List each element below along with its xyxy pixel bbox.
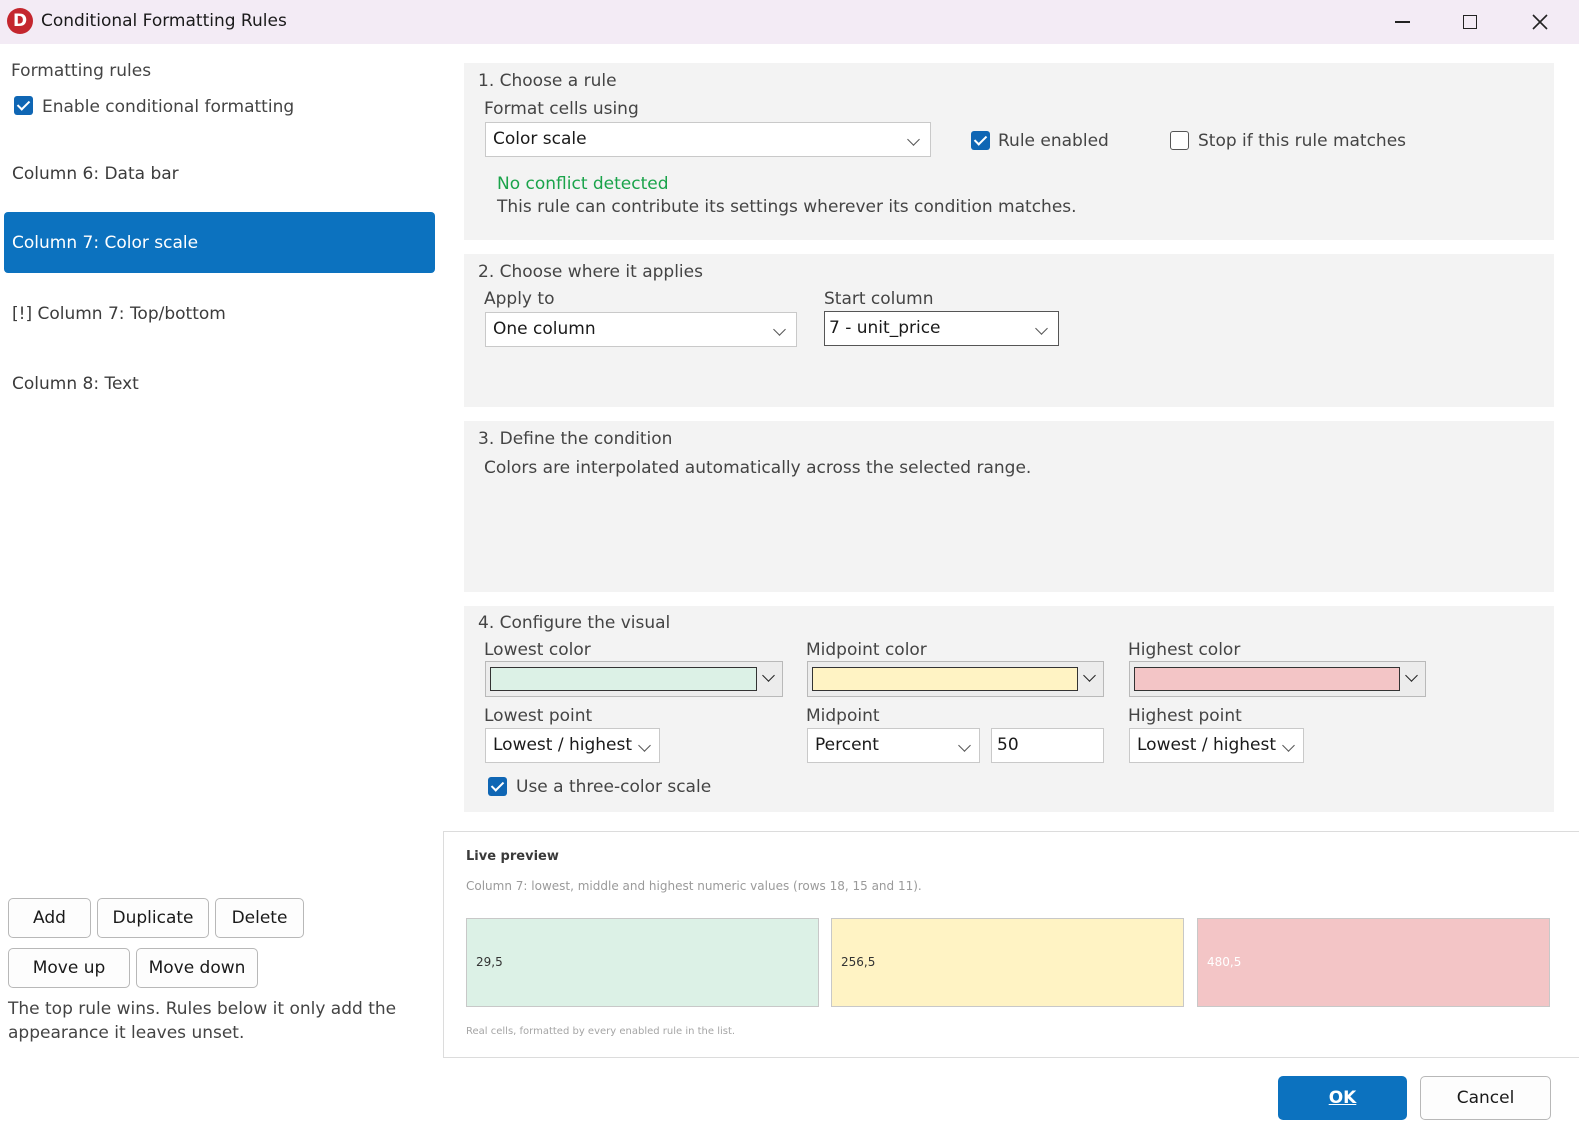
three-color-scale-label: Use a three-color scale: [516, 777, 712, 797]
section-choose-rule: 1. Choose a rule Format cells using Colo…: [464, 63, 1554, 240]
apply-to-select[interactable]: One column: [485, 312, 797, 347]
highest-color-label: Highest color: [1128, 640, 1241, 660]
chevron-down-icon: [1282, 739, 1295, 752]
lowest-point-label: Lowest point: [484, 706, 593, 726]
cancel-button[interactable]: Cancel: [1420, 1076, 1551, 1120]
live-preview-subtitle: Column 7: lowest, middle and highest num…: [466, 879, 922, 893]
add-button[interactable]: Add: [8, 898, 91, 938]
lowest-color-label: Lowest color: [484, 640, 591, 660]
section1-title: 1. Choose a rule: [478, 71, 617, 91]
move-up-button[interactable]: Move up: [8, 948, 130, 988]
midpoint-color-picker[interactable]: [807, 661, 1104, 697]
chevron-down-icon: [958, 739, 971, 752]
midpoint-value-input[interactable]: 50: [991, 728, 1104, 763]
start-column-label: Start column: [824, 289, 934, 309]
minimize-button[interactable]: [1369, 0, 1435, 44]
rule-item-column6-databar[interactable]: Column 6: Data bar: [12, 164, 179, 184]
condition-description: Colors are interpolated automatically ac…: [484, 458, 1032, 478]
chevron-down-icon: [907, 133, 920, 146]
close-button[interactable]: [1507, 0, 1573, 44]
conflict-status: No conflict detected: [497, 174, 669, 194]
enable-formatting-checkbox[interactable]: [14, 96, 33, 115]
midpoint-color-label: Midpoint color: [806, 640, 927, 660]
enable-formatting-label: Enable conditional formatting: [42, 97, 295, 117]
chevron-down-icon: [1035, 322, 1048, 335]
highest-color-picker[interactable]: [1129, 661, 1426, 697]
preview-cell-middle: 256,5: [831, 918, 1184, 1007]
chevron-down-icon: [1405, 669, 1418, 682]
three-color-scale-checkbox[interactable]: [488, 777, 507, 796]
midpoint-color-swatch: [812, 667, 1078, 691]
lowest-color-picker[interactable]: [485, 661, 783, 697]
chevron-down-icon: [762, 669, 775, 682]
rule-item-column7-topbottom[interactable]: [!] Column 7: Top/bottom: [12, 304, 226, 324]
chevron-down-icon: [773, 323, 786, 336]
chevron-down-icon: [1083, 669, 1096, 682]
midpoint-type-value: Percent: [815, 735, 879, 755]
rule-item-column8-text[interactable]: Column 8: Text: [12, 374, 139, 394]
rule-item-column7-colorscale[interactable]: Column 7: Color scale: [4, 212, 435, 273]
lowest-point-select[interactable]: Lowest / highest: [485, 728, 660, 763]
stop-if-matches-checkbox[interactable]: [1170, 131, 1189, 150]
highest-point-label: Highest point: [1128, 706, 1242, 726]
lowest-point-value: Lowest / highest: [493, 735, 633, 755]
section-configure-visual: 4. Configure the visual Lowest color Mid…: [464, 606, 1554, 812]
title-bar: D Conditional Formatting Rules: [0, 0, 1579, 44]
move-down-button[interactable]: Move down: [136, 948, 258, 988]
section2-title: 2. Choose where it applies: [478, 262, 703, 282]
close-icon: [1532, 14, 1548, 30]
ok-button[interactable]: OK: [1278, 1076, 1407, 1120]
format-cells-label: Format cells using: [484, 99, 639, 119]
sidebar-heading: Formatting rules: [11, 61, 152, 81]
section-define-condition: 3. Define the condition Colors are inter…: [464, 421, 1554, 592]
rule-enabled-checkbox[interactable]: [971, 131, 990, 150]
maximize-button[interactable]: [1437, 0, 1503, 44]
chevron-down-icon: [638, 739, 651, 752]
stop-if-matches-label: Stop if this rule matches: [1198, 131, 1407, 151]
live-preview-title: Live preview: [466, 849, 559, 864]
highest-point-value: Lowest / highest: [1137, 735, 1277, 755]
preview-cell-highest: 480,5: [1197, 918, 1550, 1007]
midpoint-label: Midpoint: [806, 706, 880, 726]
section3-title: 3. Define the condition: [478, 429, 673, 449]
minimize-icon: [1394, 21, 1410, 23]
live-preview-footer: Real cells, formatted by every enabled r…: [466, 1026, 736, 1037]
highest-color-swatch: [1134, 667, 1400, 691]
priority-note-line2: appearance it leaves unset.: [8, 1023, 245, 1043]
duplicate-button[interactable]: Duplicate: [97, 898, 209, 938]
app-logo-icon: D: [7, 8, 33, 34]
apply-to-label: Apply to: [484, 289, 555, 309]
section4-title: 4. Configure the visual: [478, 613, 671, 633]
window-title: Conditional Formatting Rules: [41, 11, 287, 31]
lowest-color-swatch: [490, 667, 757, 691]
preview-cell-lowest: 29,5: [466, 918, 819, 1007]
format-cells-value: Color scale: [493, 129, 587, 149]
format-cells-select[interactable]: Color scale: [485, 122, 931, 157]
rule-enabled-label: Rule enabled: [998, 131, 1109, 151]
maximize-icon: [1463, 15, 1477, 29]
start-column-value: 7 - unit_price: [829, 318, 941, 338]
start-column-select[interactable]: 7 - unit_price: [824, 311, 1059, 346]
section-where-applies: 2. Choose where it applies Apply to One …: [464, 254, 1554, 407]
apply-to-value: One column: [493, 319, 596, 339]
rule-item-label: Column 7: Color scale: [12, 233, 199, 253]
midpoint-value: 50: [997, 735, 1019, 755]
priority-note-line1: The top rule wins. Rules below it only a…: [8, 999, 397, 1019]
midpoint-type-select[interactable]: Percent: [807, 728, 980, 763]
conflict-status-detail: This rule can contribute its settings wh…: [497, 197, 1077, 217]
highest-point-select[interactable]: Lowest / highest: [1129, 728, 1304, 763]
delete-button[interactable]: Delete: [215, 898, 304, 938]
